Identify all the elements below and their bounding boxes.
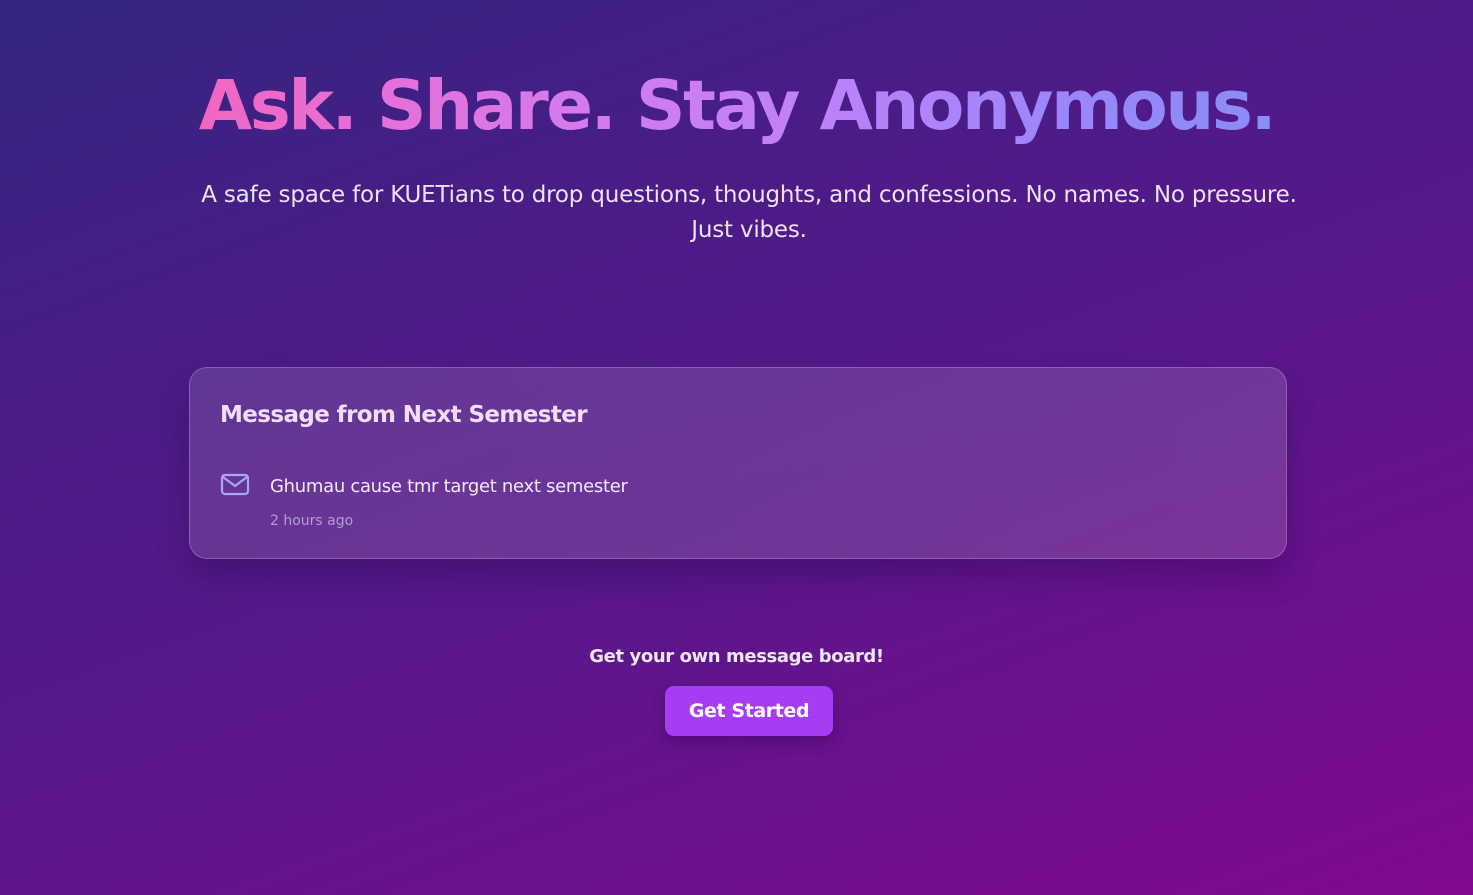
cta-text: Get your own message board!: [589, 646, 884, 667]
get-started-button[interactable]: Get Started: [665, 686, 833, 736]
message-text: Ghumau cause tmr target next semester: [270, 476, 628, 497]
hero-title-text: Ask. Share. Stay Anonymous.: [198, 66, 1277, 146]
mail-icon: [220, 473, 250, 496]
message-card: Message from Next Semester Ghumau cause …: [189, 367, 1287, 559]
hero-title: Ask. Share. Stay Anonymous.: [0, 62, 1473, 150]
card-title: Message from Next Semester: [220, 402, 588, 428]
hero-subtitle: A safe space for KUETians to drop questi…: [201, 182, 1297, 243]
message-timestamp: 2 hours ago: [270, 513, 354, 529]
